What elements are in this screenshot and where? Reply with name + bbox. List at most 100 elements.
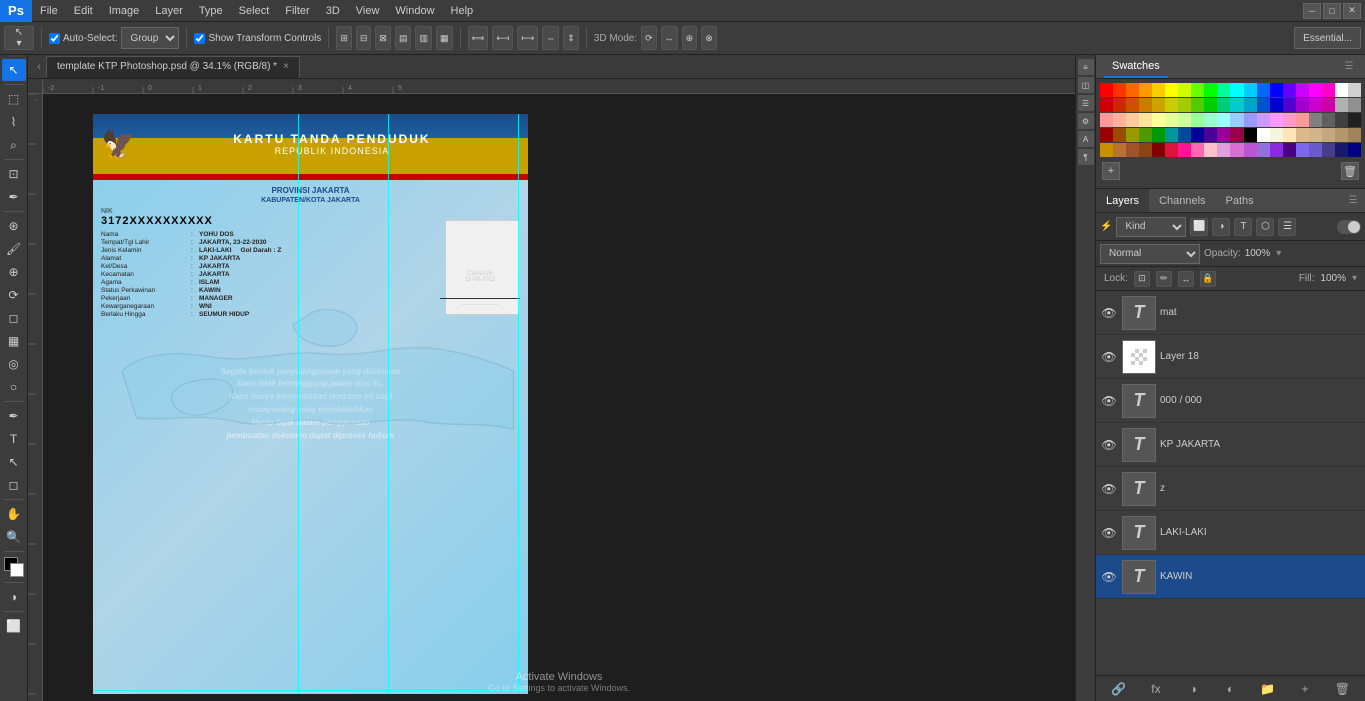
swatch[interactable] [1230,83,1243,97]
layer-eye-z[interactable]: 👁 [1100,480,1118,498]
transform-align-1[interactable]: ⊞ [336,26,352,50]
spot-heal-tool[interactable]: ⊛ [2,215,26,237]
menu-edit[interactable]: Edit [66,0,101,21]
swatch[interactable] [1178,83,1191,97]
swatch[interactable] [1100,128,1113,142]
transform-align-6[interactable]: ▦ [436,26,453,50]
swatch[interactable] [1244,143,1257,157]
panel-icon-4[interactable]: ⚙ [1078,113,1094,129]
fill-arrow[interactable]: ▾ [1352,273,1357,284]
swatch[interactable] [1165,98,1178,112]
blend-mode-dropdown[interactable]: Normal Dissolve Multiply Screen Overlay [1100,244,1200,264]
menu-3d[interactable]: 3D [318,0,348,21]
swatch[interactable] [1270,143,1283,157]
layer-eye-laki[interactable]: 👁 [1100,524,1118,542]
swatch[interactable] [1126,128,1139,142]
swatch[interactable] [1270,113,1283,127]
swatch[interactable] [1283,143,1296,157]
adjustment-button[interactable]: ◐ [1219,680,1241,698]
swatch[interactable] [1165,83,1178,97]
active-tab[interactable]: template KTP Photoshop.psd @ 34.1% (RGB/… [46,56,300,78]
swatch[interactable] [1100,143,1113,157]
swatch[interactable] [1178,128,1191,142]
swatch[interactable] [1139,143,1152,157]
swatch[interactable] [1191,113,1204,127]
swatch[interactable] [1296,128,1309,142]
lock-pixel-btn[interactable]: ⊡ [1134,271,1150,287]
eyedropper-tool[interactable]: ✒ [2,186,26,208]
swatch[interactable] [1309,143,1322,157]
layer-row-000[interactable]: 👁 T 000 / 000 [1096,379,1365,423]
filter-text-icon[interactable]: T [1234,218,1252,236]
lock-draw-btn[interactable]: ✏ [1156,271,1172,287]
text-tool[interactable]: T [2,428,26,450]
opacity-value[interactable]: 100% [1245,248,1271,259]
mask-button[interactable]: ◑ [1182,680,1204,698]
3d-btn-2[interactable]: ↔ [661,26,678,50]
swatch[interactable] [1113,128,1126,142]
restore-button[interactable]: □ [1323,3,1341,19]
swatch[interactable] [1322,113,1335,127]
eraser-tool[interactable]: ◻ [2,307,26,329]
tab-close-button[interactable]: × [283,61,289,72]
filter-pixel-icon[interactable]: ⬜ [1190,218,1208,236]
menu-help[interactable]: Help [443,0,482,21]
swatch[interactable] [1257,83,1270,97]
panel-icon-5[interactable]: A [1078,131,1094,147]
swatch[interactable] [1270,83,1283,97]
3d-btn-1[interactable]: ⟳ [641,26,657,50]
menu-view[interactable]: View [348,0,388,21]
tab-scroll-left[interactable]: ‹ [32,56,46,78]
swatch[interactable] [1178,113,1191,127]
swatch[interactable] [1283,113,1296,127]
swatch[interactable] [1244,128,1257,142]
path-select-tool[interactable]: ↖ [2,451,26,473]
lock-move-btn[interactable]: ↔ [1178,271,1194,287]
swatch[interactable] [1152,83,1165,97]
swatch[interactable] [1309,83,1322,97]
swatch[interactable] [1348,98,1361,112]
swatch[interactable] [1230,128,1243,142]
delete-swatch-button[interactable]: 🗑 [1341,162,1359,180]
transform-align-4[interactable]: ▤ [395,26,412,50]
swatch[interactable] [1296,83,1309,97]
lock-all-btn[interactable]: 🔒 [1200,271,1216,287]
arrange-1[interactable]: ⟺ [468,26,489,50]
panel-icon-2[interactable]: ◫ [1078,77,1094,93]
panel-icon-6[interactable]: ¶ [1078,149,1094,165]
blur-tool[interactable]: ◎ [2,353,26,375]
swatches-tab[interactable]: Swatches [1104,55,1168,78]
swatch[interactable] [1139,113,1152,127]
menu-file[interactable]: File [32,0,66,21]
layer-row-z[interactable]: 👁 T z [1096,467,1365,511]
filter-shape-icon[interactable]: ⬡ [1256,218,1274,236]
layer-eye-kawin[interactable]: 👁 [1100,568,1118,586]
swatch[interactable] [1217,83,1230,97]
swatch[interactable] [1191,83,1204,97]
clone-tool[interactable]: ⊕ [2,261,26,283]
swatch[interactable] [1335,83,1348,97]
transform-align-5[interactable]: ▥ [415,26,432,50]
delete-layer-button[interactable]: 🗑 [1331,680,1353,698]
lasso-tool[interactable]: ⌇ [2,111,26,133]
swatch[interactable] [1178,98,1191,112]
swatch[interactable] [1230,98,1243,112]
swatch[interactable] [1152,128,1165,142]
arrange-5[interactable]: ⇕ [563,26,579,50]
transform-align-3[interactable]: ⊠ [375,26,391,50]
fx-button[interactable]: fx [1145,680,1167,698]
swatch[interactable] [1283,128,1296,142]
swatch[interactable] [1335,128,1348,142]
group-layers-button[interactable]: 📁 [1257,680,1279,698]
swatch[interactable] [1126,83,1139,97]
transform-controls-checkbox[interactable]: Show Transform Controls [194,33,321,44]
collapse-panel-icon[interactable]: ≡ [1078,59,1094,75]
layer-eye-18[interactable]: 👁 [1100,348,1118,366]
quick-mask-toggle[interactable]: ◑ [2,586,26,608]
layer-eye-kp[interactable]: 👁 [1100,436,1118,454]
swatch[interactable] [1191,98,1204,112]
swatch[interactable] [1309,113,1322,127]
move-tool-options[interactable]: ↖ ▾ [4,26,34,50]
swatch[interactable] [1113,113,1126,127]
swatch[interactable] [1152,143,1165,157]
